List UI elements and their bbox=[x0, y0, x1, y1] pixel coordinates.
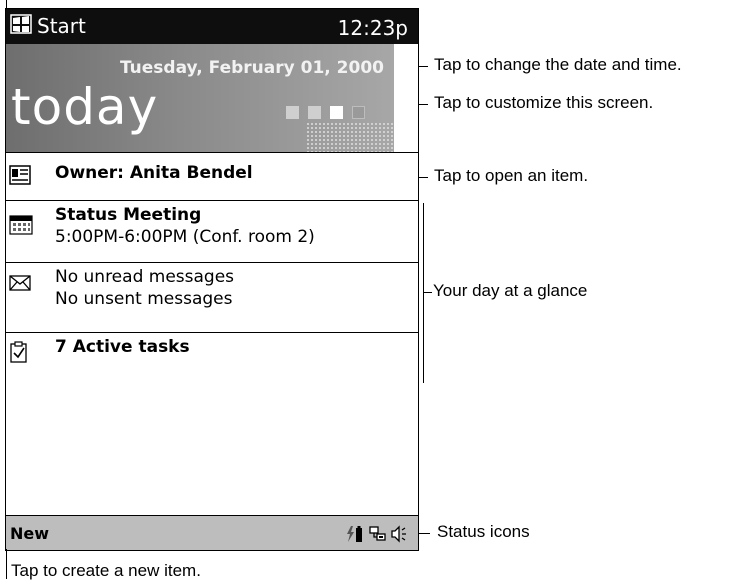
callout-line bbox=[418, 66, 428, 67]
speaker-icon[interactable] bbox=[390, 524, 410, 548]
unsent-messages: No unsent messages bbox=[55, 289, 233, 309]
date-display[interactable]: Tuesday, February 01, 2000 bbox=[120, 58, 384, 78]
callout-line bbox=[418, 533, 430, 534]
indicator-square bbox=[352, 106, 365, 119]
indicator-square bbox=[286, 106, 299, 119]
callout-line bbox=[6, 0, 7, 8]
start-button[interactable]: Start bbox=[10, 13, 86, 39]
banner-edge bbox=[394, 44, 418, 152]
today-banner[interactable]: Tuesday, February 01, 2000 today bbox=[6, 44, 394, 152]
clock[interactable]: 12:23p bbox=[338, 16, 408, 40]
callout-line bbox=[423, 292, 432, 293]
callout-date-time: Tap to change the date and time. bbox=[434, 55, 682, 74]
inbox-row[interactable]: No unread messages No unsent messages bbox=[6, 262, 418, 333]
today-title: today bbox=[11, 78, 159, 136]
title-bar: Start 12:23p bbox=[6, 9, 418, 44]
indicator-square bbox=[308, 106, 321, 119]
calendar-icon bbox=[9, 215, 33, 239]
envelope-icon bbox=[9, 275, 31, 295]
new-button[interactable]: New bbox=[10, 524, 49, 543]
status-icons bbox=[346, 524, 410, 548]
connection-icon[interactable] bbox=[368, 524, 388, 548]
callout-new-item: Tap to create a new item. bbox=[11, 561, 201, 580]
unread-messages: No unread messages bbox=[55, 267, 235, 287]
callout-bracket bbox=[423, 203, 424, 383]
owner-card-icon bbox=[9, 165, 31, 189]
callout-status: Status icons bbox=[437, 522, 530, 541]
meeting-title: Status Meeting bbox=[55, 205, 202, 225]
start-label: Start bbox=[37, 14, 86, 38]
callout-customize: Tap to customize this screen. bbox=[434, 93, 654, 112]
banner-pattern bbox=[306, 122, 394, 152]
callout-open-item: Tap to open an item. bbox=[434, 166, 589, 185]
tasks-icon bbox=[9, 341, 29, 367]
menu-bar: New bbox=[6, 515, 418, 550]
tasks-label: 7 Active tasks bbox=[55, 337, 190, 357]
callout-line bbox=[6, 549, 7, 579]
callout-line bbox=[418, 177, 428, 178]
callout-line bbox=[418, 104, 428, 105]
calendar-row[interactable]: Status Meeting 5:00PM-6:00PM (Conf. room… bbox=[6, 200, 418, 263]
meeting-time: 5:00PM-6:00PM (Conf. room 2) bbox=[55, 227, 315, 247]
customize-indicators[interactable] bbox=[286, 106, 365, 119]
owner-label: Owner: Anita Bendel bbox=[55, 163, 253, 183]
callout-glance: Your day at a glance bbox=[433, 281, 588, 300]
power-icon[interactable] bbox=[346, 524, 366, 548]
windows-start-icon bbox=[10, 13, 32, 39]
owner-row[interactable]: Owner: Anita Bendel bbox=[6, 152, 418, 201]
indicator-square bbox=[330, 106, 343, 119]
today-screen: Start 12:23p Tuesday, February 01, 2000 … bbox=[5, 8, 419, 551]
tasks-row[interactable]: 7 Active tasks bbox=[6, 332, 418, 516]
